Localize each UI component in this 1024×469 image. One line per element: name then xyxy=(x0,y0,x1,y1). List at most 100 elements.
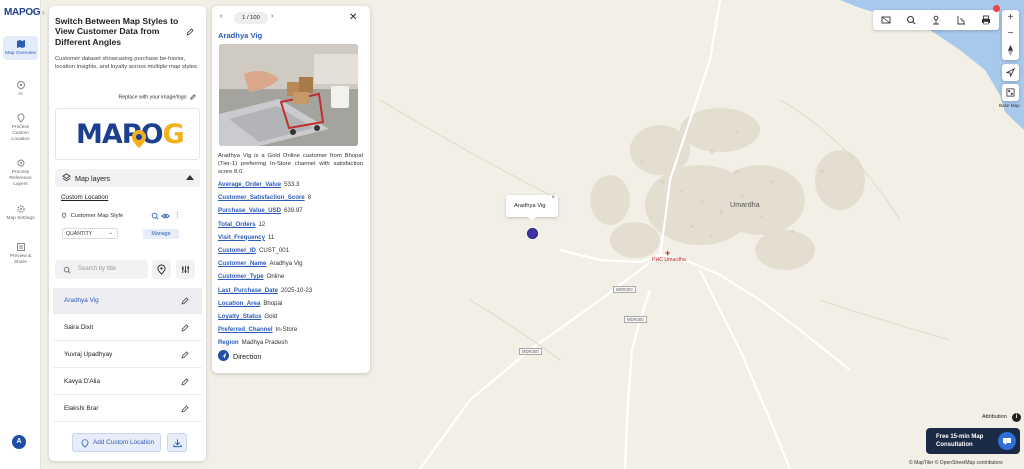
attribute-value: 11 xyxy=(267,233,275,241)
style-select[interactable]: QUANTITY ⌄ xyxy=(62,228,118,239)
tooltip-tail xyxy=(528,217,536,221)
print-icon[interactable] xyxy=(981,15,991,25)
list-item-name: Elakshi Brar xyxy=(64,405,99,412)
rail-item-preview-share[interactable]: Preview & Share xyxy=(3,242,38,266)
chevron-right-icon[interactable]: › xyxy=(271,13,273,20)
location-pin-icon xyxy=(16,113,25,123)
locate-filter-button[interactable] xyxy=(152,260,171,279)
attribute-key[interactable]: Location_Area xyxy=(218,300,260,307)
layer-row[interactable]: Customer Map Style xyxy=(61,212,123,219)
feature-description: Aradhya Vig is a Gold Online customer fr… xyxy=(218,153,363,175)
consult-line-1: Free 15-min Map xyxy=(936,434,984,440)
zoom-out-button[interactable]: − xyxy=(1002,26,1019,42)
geolocate-button[interactable] xyxy=(1002,64,1019,81)
location-pin-icon xyxy=(157,264,166,275)
chevron-right-icon[interactable]: › xyxy=(42,8,45,17)
app-logo[interactable]: MAPOG xyxy=(4,7,41,18)
layer-panel: Switch Between Map Styles to View Custom… xyxy=(49,6,206,461)
rail-item-ai[interactable]: AI xyxy=(3,80,38,98)
poi-label: PHC Umardha xyxy=(652,257,686,263)
navigation-icon xyxy=(1006,68,1015,77)
consultation-button[interactable]: Free 15-min Map Consultation xyxy=(926,428,1020,454)
attribute-key[interactable]: Customer_Name xyxy=(218,260,266,267)
close-icon[interactable]: × xyxy=(551,195,555,201)
attribute-row: Region Madhya Pradesh xyxy=(218,339,368,352)
search-icon[interactable] xyxy=(906,15,916,25)
marker-tooltip: Aradhya Vig × xyxy=(506,195,558,221)
chevron-left-icon[interactable]: ‹ xyxy=(220,13,222,20)
map-layers-header[interactable]: Map layers xyxy=(55,169,200,187)
rail-item-process-custom-location[interactable]: Process Custom Location xyxy=(3,113,38,143)
compass-icon[interactable] xyxy=(1002,43,1019,59)
attribute-row: Loyalty_Status Gold xyxy=(218,313,368,326)
attribute-key[interactable]: Purchase_Value_USD xyxy=(218,207,281,214)
attribute-key[interactable]: Loyalty_Status xyxy=(218,313,261,320)
settings-icon xyxy=(16,205,25,213)
edit-icon xyxy=(190,94,196,100)
attribute-row: Location_Area Bhopal xyxy=(218,300,368,313)
list-item[interactable]: Saira Dixit xyxy=(53,315,202,341)
info-icon[interactable]: i xyxy=(1012,413,1021,422)
rail-label: Process Custom Location xyxy=(11,125,30,142)
rail-item-process-reference-layers[interactable]: Process Reference Layers xyxy=(3,158,38,188)
list-item[interactable]: Yuvraj Upadhyay xyxy=(53,342,202,368)
attribute-key[interactable]: Visit_Frequency xyxy=(218,234,265,241)
base-map-button[interactable] xyxy=(1002,84,1019,101)
close-icon[interactable]: ✕ xyxy=(349,12,357,23)
attribute-value: 2025-10-23 xyxy=(280,286,313,294)
logo-box[interactable]: MAPOG xyxy=(55,108,200,160)
attribute-key[interactable]: Customer_Type xyxy=(218,273,264,280)
attribute-key[interactable]: Average_Order_Value xyxy=(218,181,281,188)
list-item[interactable]: Kavya D'Alia xyxy=(53,369,202,395)
attribute-key[interactable]: Region xyxy=(218,339,239,346)
attribute-value: In-Store xyxy=(275,326,298,334)
attribute-key[interactable]: Preferred_Channel xyxy=(218,326,273,333)
attribute-list: Average_Order_Value 533.3 Customer_Satisf… xyxy=(218,181,368,352)
eye-icon[interactable] xyxy=(161,212,170,220)
more-options-icon[interactable]: ⋮ xyxy=(174,211,181,219)
person-pin-icon[interactable] xyxy=(931,15,941,25)
feature-popup: ‹ 1 / 100 › ✕ Aradhya Vig Aradhya Vig is… xyxy=(212,6,370,373)
measure-icon[interactable] xyxy=(956,15,966,25)
zoom-to-layer-icon[interactable] xyxy=(151,212,159,220)
zoom-control: + − xyxy=(1002,10,1019,60)
customer-marker[interactable] xyxy=(527,228,538,239)
edit-icon[interactable] xyxy=(181,351,189,359)
rail-item-map-settings[interactable]: Map Settings xyxy=(3,204,38,222)
search-input[interactable]: Search by title xyxy=(55,260,148,279)
attribute-value: Online xyxy=(266,273,285,281)
edit-icon[interactable] xyxy=(181,378,189,386)
chevron-up-icon[interactable] xyxy=(186,175,194,180)
list-item[interactable]: Aradhya Vig xyxy=(53,288,202,314)
navigation-icon xyxy=(218,350,229,361)
tooltip-label: Aradhya Vig xyxy=(514,203,546,209)
manage-button[interactable]: Manage xyxy=(143,229,179,239)
edit-title-icon[interactable] xyxy=(186,28,194,36)
chevron-down-icon: ⌄ xyxy=(108,230,113,236)
attribute-key[interactable]: Last_Purchase_Date xyxy=(218,287,278,294)
rail-item-map-overview[interactable]: Map Overview xyxy=(3,36,38,60)
list-item[interactable]: Elakshi Brar xyxy=(53,396,202,422)
add-custom-location-label: Add Custom Location xyxy=(93,439,155,446)
filter-button[interactable] xyxy=(176,260,195,279)
download-button[interactable] xyxy=(167,433,187,452)
attribute-key[interactable]: Total_Orders xyxy=(218,221,255,228)
edit-icon[interactable] xyxy=(181,297,189,305)
attribution-link[interactable]: Attribution xyxy=(982,414,1007,420)
add-custom-location-button[interactable]: Add Custom Location xyxy=(72,433,161,452)
rail-label: Process Reference Layers xyxy=(9,170,32,187)
feature-image xyxy=(219,44,358,146)
attribute-value: 639.97 xyxy=(284,207,303,215)
custom-location-tab[interactable]: Custom Location xyxy=(61,194,108,201)
map-list-icon[interactable] xyxy=(881,15,891,25)
replace-logo-link[interactable]: Replace with your image/logo xyxy=(118,94,196,100)
edit-icon[interactable] xyxy=(181,405,189,413)
attribute-key[interactable]: Customer_ID xyxy=(218,247,256,254)
avatar[interactable]: A xyxy=(12,435,26,449)
edit-icon[interactable] xyxy=(181,324,189,332)
zoom-in-button[interactable]: + xyxy=(1002,10,1019,26)
replace-logo-label: Replace with your image/logo xyxy=(118,94,187,101)
rail-label: AI xyxy=(18,92,23,97)
rail-label: Map Overview xyxy=(5,51,36,56)
attribute-key[interactable]: Customer_Satisfaction_Score xyxy=(218,194,305,201)
